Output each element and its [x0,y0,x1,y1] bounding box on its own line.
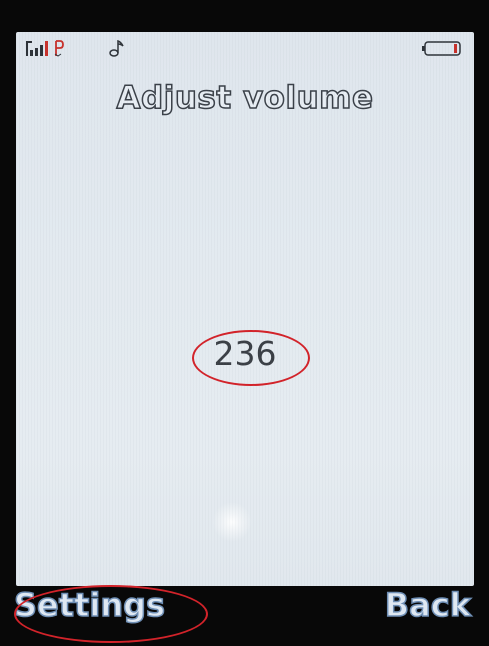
phone-screen: Adjust volume 236 [16,32,474,586]
value-highlight-circle [192,330,310,386]
screen-glare [212,502,252,542]
gprs-icon [54,40,64,57]
page-title: Adjust volume [116,79,374,117]
settings-highlight-circle [14,585,208,643]
back-softkey[interactable]: Back [384,585,472,625]
status-bar [16,32,474,60]
battery-icon [422,41,461,56]
signal-strength-icon [26,41,48,56]
music-note-icon [109,39,124,57]
